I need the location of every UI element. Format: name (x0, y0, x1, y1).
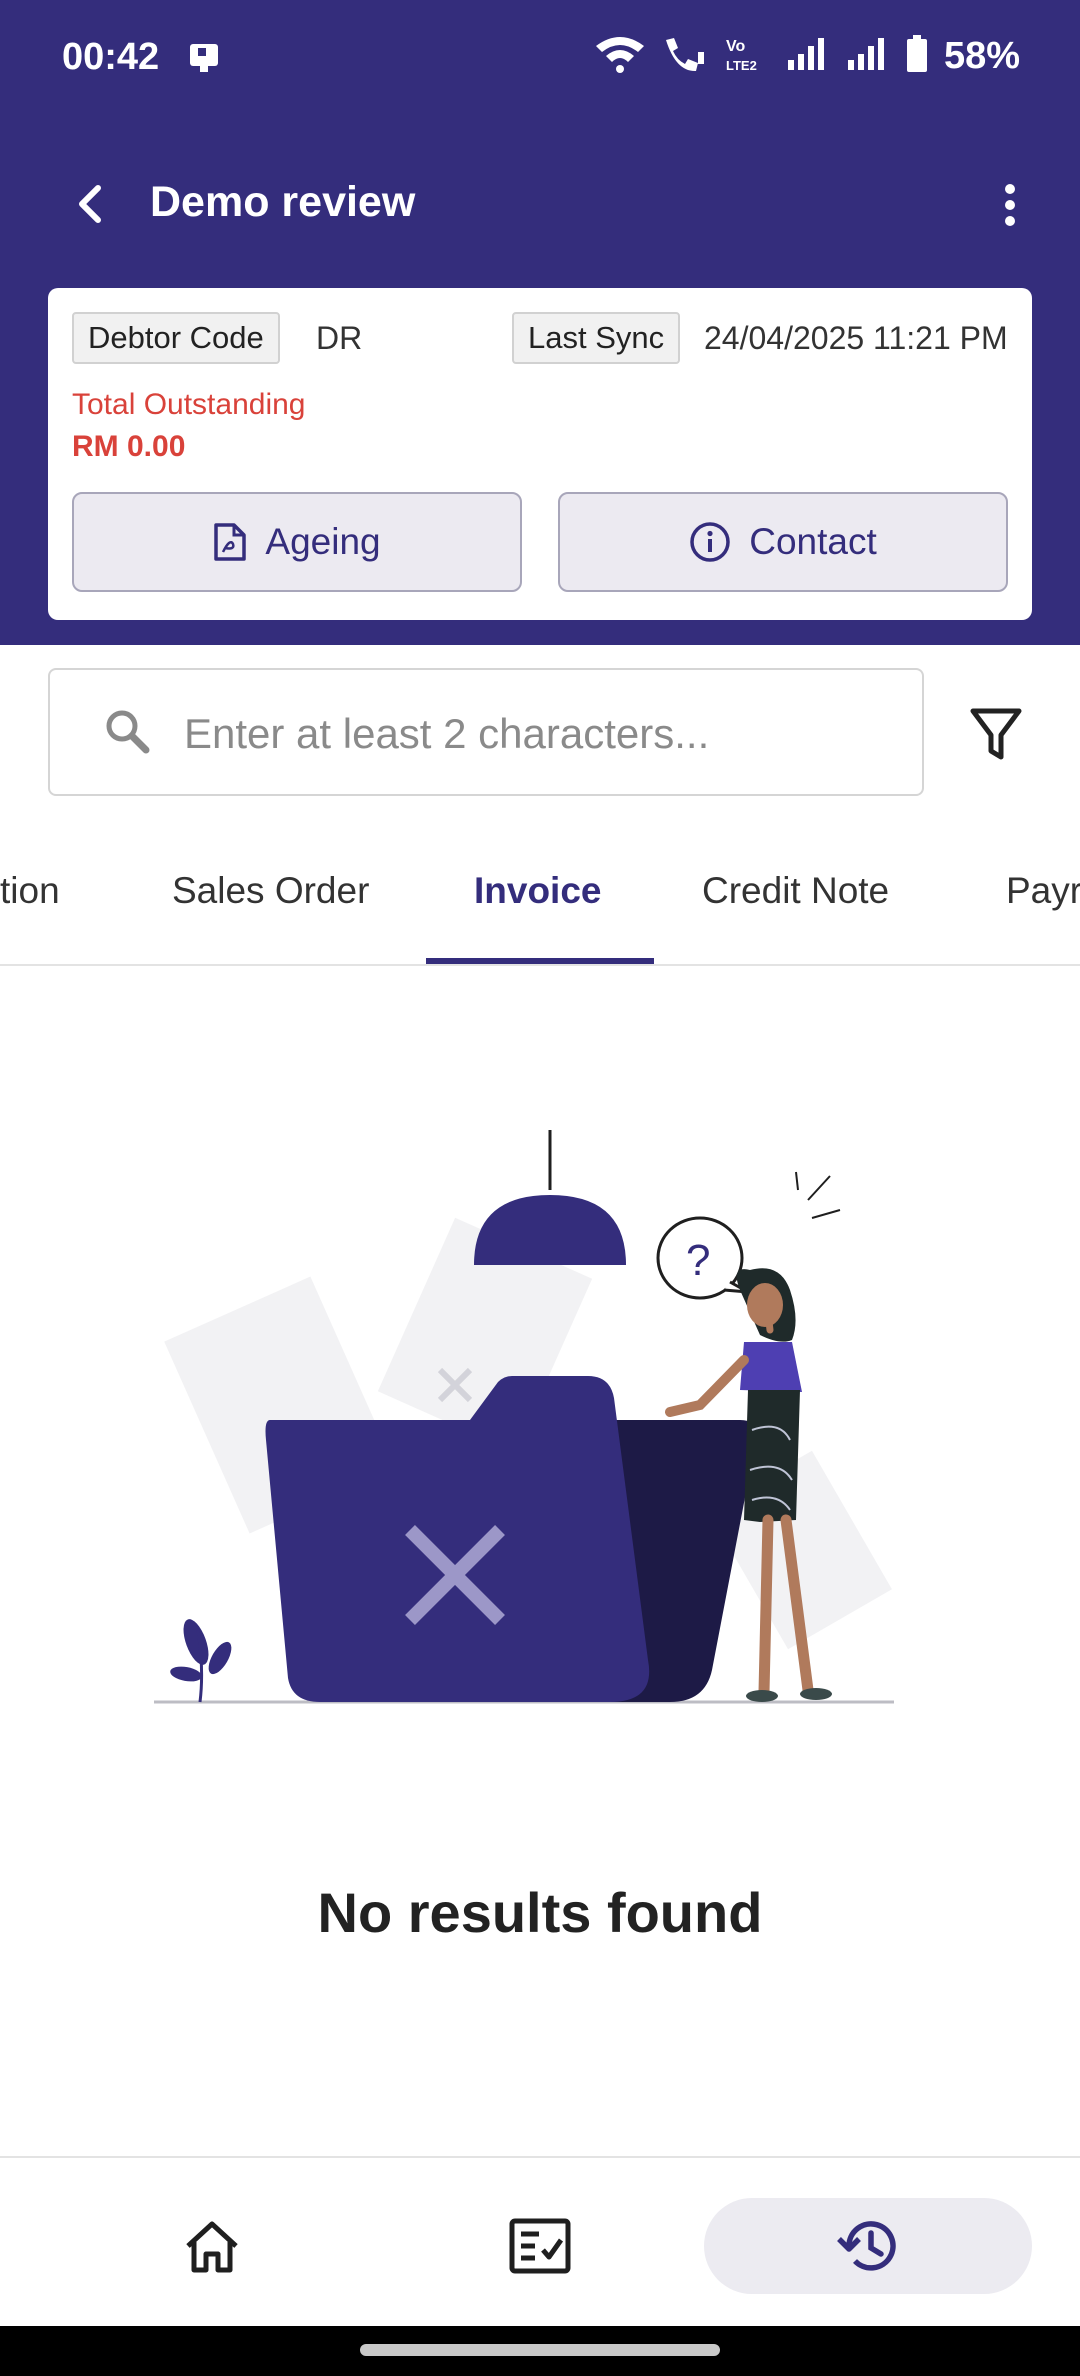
debtor-code-value: DR (316, 320, 363, 356)
summary-card: Debtor Code DR Last Sync 24/04/2025 11:2… (48, 288, 1032, 620)
wifi-icon (594, 34, 646, 79)
back-button[interactable] (60, 174, 120, 234)
checklist-icon (509, 2218, 571, 2274)
volte-icon: Vo LTE2 (724, 34, 770, 79)
signal-icon (786, 36, 830, 77)
tab-quotation[interactable]: tion (0, 870, 60, 912)
search-box (48, 668, 924, 796)
filter-icon (970, 708, 1022, 760)
last-sync-label: Last Sync (512, 312, 681, 364)
more-options-button[interactable] (980, 172, 1040, 238)
nav-home[interactable] (150, 2198, 274, 2294)
status-bar: 00:42 Vo LTE2 58% (0, 0, 1080, 118)
more-vertical-icon (1005, 184, 1015, 226)
status-icons: Vo LTE2 58% (594, 34, 1020, 79)
nfc-icon (186, 40, 222, 81)
svg-text:?: ? (686, 1236, 710, 1285)
last-sync-value: 24/04/2025 11:21 PM (704, 320, 1008, 356)
debtor-code-label: Debtor Code (72, 312, 280, 364)
gesture-handle[interactable] (360, 2344, 720, 2356)
tab-credit-note[interactable]: Credit Note (702, 870, 889, 912)
active-tab-indicator (426, 958, 654, 964)
info-icon (690, 522, 730, 562)
empty-state-illustration: ? (140, 1130, 940, 1730)
battery-percent: 58% (943, 35, 1020, 77)
bottom-navigation (0, 2156, 1080, 2328)
pdf-file-icon (214, 523, 247, 561)
tab-bar: tion Sales Order Invoice Credit Note Pay… (0, 840, 1080, 966)
app-bar: Demo review (0, 150, 1080, 260)
tab-invoice[interactable]: Invoice (474, 870, 602, 912)
search-icon (102, 706, 152, 761)
total-outstanding-value: RM 0.00 (72, 430, 186, 463)
filter-button[interactable] (960, 700, 1032, 770)
contact-button[interactable]: Contact (558, 492, 1008, 592)
ageing-label: Ageing (265, 521, 381, 562)
signal-icon (846, 36, 890, 77)
status-time: 00:42 (62, 36, 160, 78)
back-arrow-icon (79, 185, 101, 223)
page-title: Demo review (150, 178, 416, 226)
nav-history[interactable] (704, 2198, 1032, 2294)
wifi-call-icon (662, 34, 708, 79)
header: 00:42 Vo LTE2 58% Demo review Debtor Cod… (0, 0, 1080, 645)
search-input[interactable] (182, 698, 886, 770)
system-navigation-bar (0, 2326, 1080, 2376)
tab-payment[interactable]: Payr (1006, 870, 1080, 912)
tab-sales-order[interactable]: Sales Order (172, 870, 369, 912)
history-icon (837, 2221, 896, 2271)
battery-icon (906, 35, 928, 78)
empty-state-message: No results found (317, 1881, 763, 1944)
total-outstanding-label: Total Outstanding (72, 388, 306, 421)
contact-label: Contact (749, 521, 877, 562)
ageing-button[interactable]: Ageing (72, 492, 522, 592)
home-icon (186, 2221, 238, 2273)
svg-text:Vo: Vo (726, 38, 745, 55)
nav-tasks[interactable] (478, 2198, 602, 2294)
svg-text:LTE2: LTE2 (726, 58, 757, 73)
